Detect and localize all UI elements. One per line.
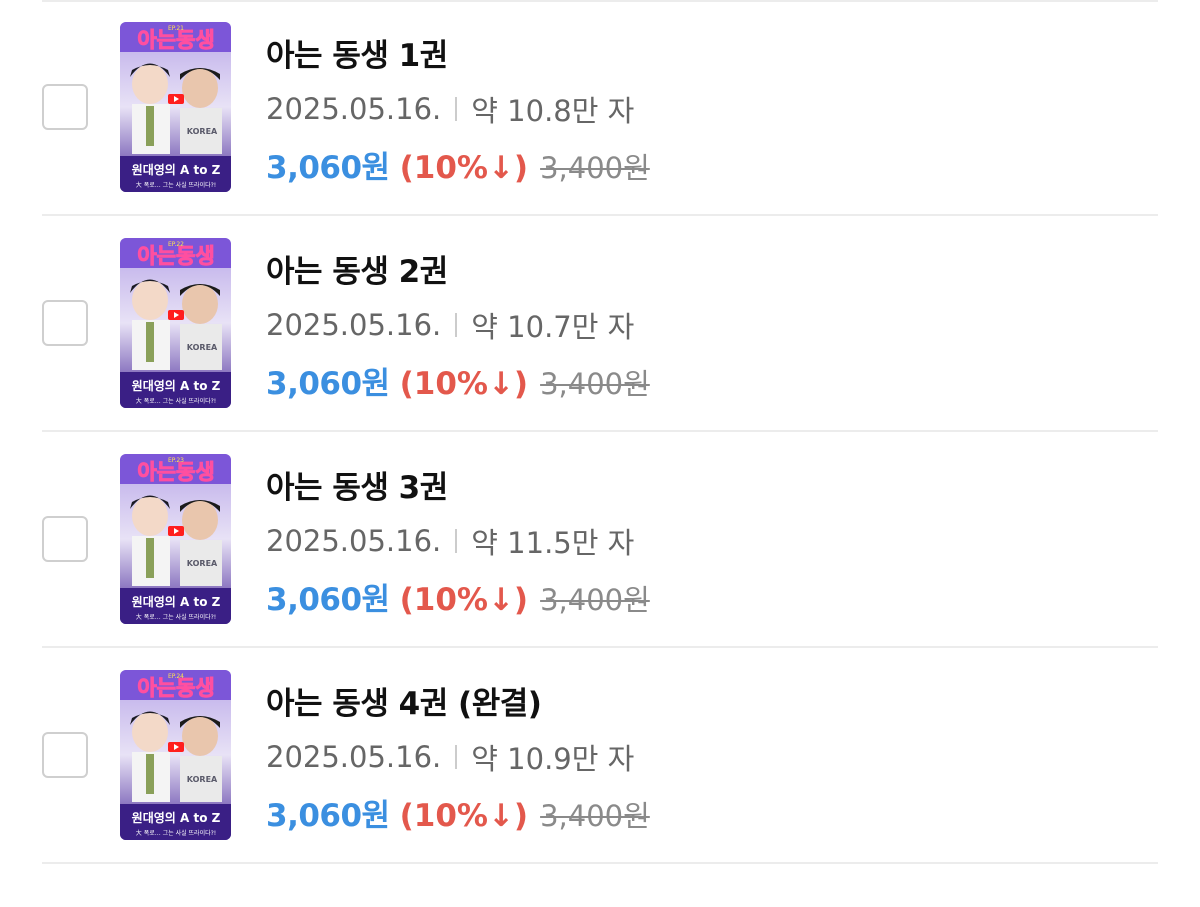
row-divider: [42, 862, 1158, 864]
cover-subtitle: 원대영의 A to Z: [132, 162, 221, 177]
sale-price: 3,060원: [266, 366, 390, 402]
book-title[interactable]: 아는 동생 2권: [266, 246, 448, 291]
price-line: 3,060원 (10%↓) 3,400원: [266, 790, 650, 835]
book-cover[interactable]: 아는동생 EP.23 KOREA 원대영의 A to Z 大 폭로… 그는 사실…: [120, 454, 231, 624]
cover-subtitle: 원대영의 A to Z: [132, 810, 221, 825]
book-title[interactable]: 아는 동생 3권: [266, 462, 448, 507]
text-length: 약 10.9만 자: [471, 742, 635, 776]
sale-price: 3,060원: [266, 150, 390, 186]
meta-separator: [455, 97, 458, 121]
book-title[interactable]: 아는 동생 1권: [266, 30, 448, 75]
publish-date: 2025.05.16.: [266, 92, 442, 126]
list-item[interactable]: 아는동생 EP.23 KOREA 원대영의 A to Z 大 폭로… 그는 사실…: [0, 432, 1200, 648]
list-item[interactable]: 아는동생 EP.24 KOREA 원대영의 A to Z 大 폭로… 그는 사실…: [0, 648, 1200, 864]
cover-badge: KOREA: [187, 343, 218, 352]
cover-subtitle: 원대영의 A to Z: [132, 594, 221, 609]
price-line: 3,060원 (10%↓) 3,400원: [266, 142, 650, 187]
discount-rate: (10%↓): [399, 150, 529, 186]
meta-separator: [455, 313, 458, 337]
book-meta: 2025.05.16. 약 10.7만 자: [266, 304, 634, 346]
publish-date: 2025.05.16.: [266, 740, 442, 774]
text-length: 약 10.8만 자: [471, 94, 635, 128]
book-list: 아는동생 EP.21 KOREA 원대영의 A to Z 大 폭로… 그는 사실…: [0, 0, 1200, 907]
text-length: 약 10.7만 자: [471, 310, 635, 344]
original-price: 3,400원: [540, 799, 650, 833]
book-cover[interactable]: 아는동생 EP.22 KOREA 원대영의 A to Z 大 폭로… 그는 사실…: [120, 238, 231, 408]
meta-separator: [455, 529, 458, 553]
cover-episode: EP.23: [168, 457, 184, 464]
book-meta: 2025.05.16. 약 11.5만 자: [266, 520, 634, 562]
price-line: 3,060원 (10%↓) 3,400원: [266, 574, 650, 619]
select-checkbox[interactable]: [42, 516, 88, 562]
cover-episode: EP.24: [168, 673, 184, 680]
cover-tagline: 大 폭로… 그는 사실 뜨라이다?!: [136, 397, 216, 405]
book-cover[interactable]: 아는동생 EP.21 KOREA 원대영의 A to Z 大 폭로… 그는 사실…: [120, 22, 231, 192]
text-length: 약 11.5만 자: [471, 526, 635, 560]
publish-date: 2025.05.16.: [266, 308, 442, 342]
cover-badge: KOREA: [187, 775, 218, 784]
original-price: 3,400원: [540, 367, 650, 401]
list-item[interactable]: 아는동생 EP.21 KOREA 원대영의 A to Z 大 폭로… 그는 사실…: [0, 0, 1200, 216]
select-checkbox[interactable]: [42, 84, 88, 130]
publish-date: 2025.05.16.: [266, 524, 442, 558]
cover-tagline: 大 폭로… 그는 사실 뜨라이다?!: [136, 181, 216, 189]
book-title[interactable]: 아는 동생 4권 (완결): [266, 678, 542, 723]
cover-badge: KOREA: [187, 559, 218, 568]
discount-rate: (10%↓): [399, 798, 529, 834]
discount-rate: (10%↓): [399, 366, 529, 402]
sale-price: 3,060원: [266, 798, 390, 834]
cover-badge: KOREA: [187, 127, 218, 136]
cover-subtitle: 원대영의 A to Z: [132, 378, 221, 393]
book-cover[interactable]: 아는동생 EP.24 KOREA 원대영의 A to Z 大 폭로… 그는 사실…: [120, 670, 231, 840]
select-checkbox[interactable]: [42, 300, 88, 346]
book-meta: 2025.05.16. 약 10.9만 자: [266, 736, 634, 778]
meta-separator: [455, 745, 458, 769]
original-price: 3,400원: [540, 151, 650, 185]
cover-episode: EP.22: [168, 241, 184, 248]
select-checkbox[interactable]: [42, 732, 88, 778]
cover-tagline: 大 폭로… 그는 사실 뜨라이다?!: [136, 613, 216, 621]
cover-episode: EP.21: [168, 25, 184, 32]
sale-price: 3,060원: [266, 582, 390, 618]
discount-rate: (10%↓): [399, 582, 529, 618]
book-meta: 2025.05.16. 약 10.8만 자: [266, 88, 634, 130]
cover-tagline: 大 폭로… 그는 사실 뜨라이다?!: [136, 829, 216, 837]
list-item[interactable]: 아는동생 EP.22 KOREA 원대영의 A to Z 大 폭로… 그는 사실…: [0, 216, 1200, 432]
original-price: 3,400원: [540, 583, 650, 617]
price-line: 3,060원 (10%↓) 3,400원: [266, 358, 650, 403]
